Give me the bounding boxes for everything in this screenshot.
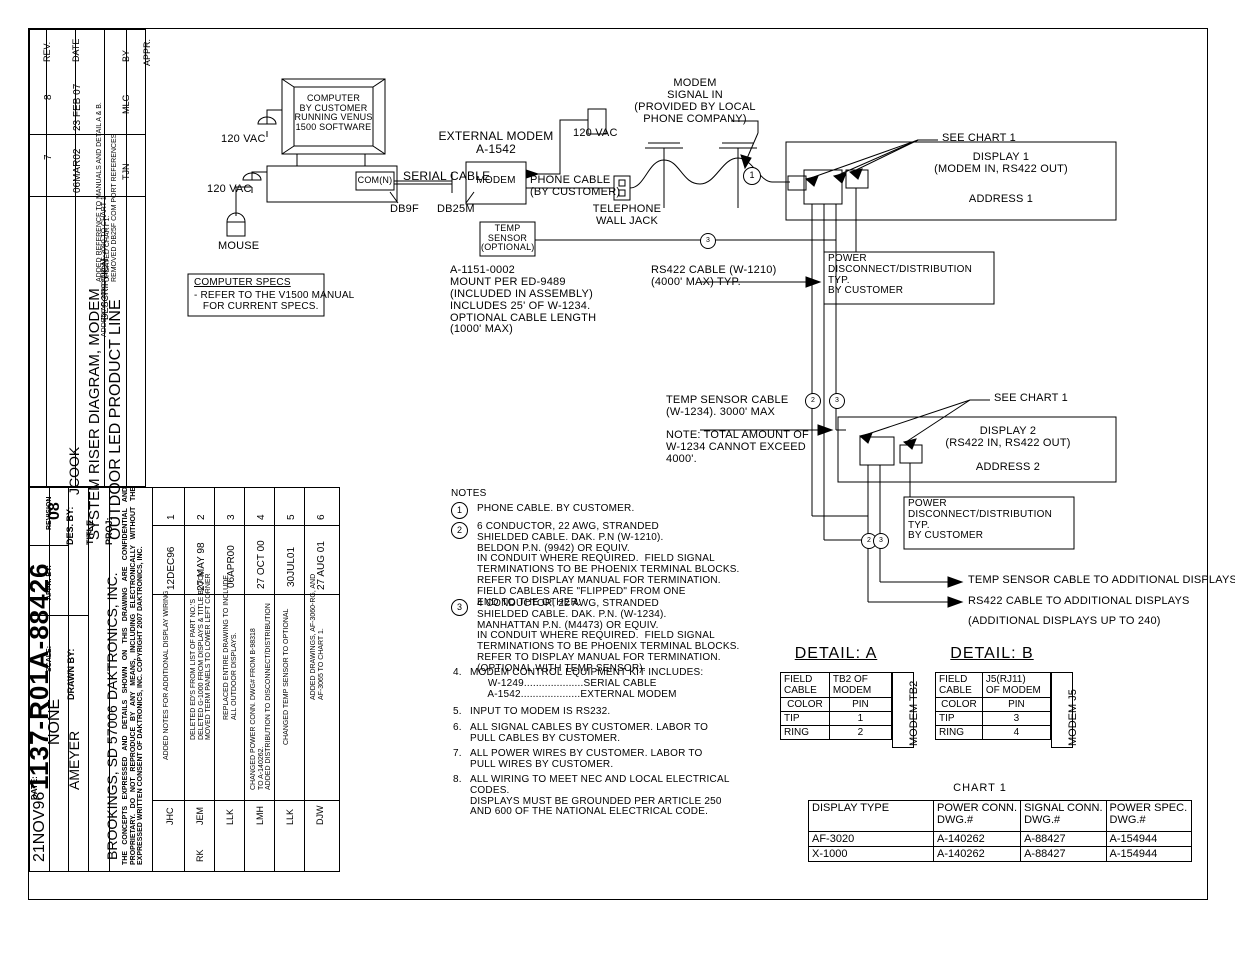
rs422-cable-label: RS422 CABLE (W-1210) (4000' MAX) TYP. bbox=[651, 264, 777, 288]
detail-b-header-0: FIELD CABLE bbox=[935, 672, 983, 698]
note-marker-3a: 3 bbox=[700, 233, 716, 249]
display1-address: ADDRESS 1 bbox=[968, 193, 1034, 205]
detail-a-header-0: FIELD CABLE bbox=[780, 672, 830, 698]
table-row: A-140262 bbox=[932, 846, 1022, 862]
chart1-header-0: DISPLAY TYPE bbox=[808, 800, 934, 832]
chart1-table: DISPLAY TYPE POWER CONN. DWG.# SIGNAL CO… bbox=[808, 800, 1192, 862]
notes-num-4: 4. bbox=[453, 667, 462, 678]
table-row: RING bbox=[935, 725, 983, 740]
table-row: 1 bbox=[828, 711, 893, 726]
table-row: 3 bbox=[981, 711, 1052, 726]
notes-item-4: MODEM CONTROL EQUIPMENT KIT INCLUDES: W-… bbox=[470, 667, 704, 700]
detail-b-header-1: J5(RJ11) OF MODEM bbox=[981, 672, 1052, 698]
vac-modem-label: 120 VAC bbox=[573, 127, 618, 139]
display2-address: ADDRESS 2 bbox=[975, 461, 1041, 473]
detail-a-table: FIELD CABLE TB2 OF MODEM COLOR PIN TIP 1… bbox=[780, 672, 893, 740]
power-box-2-label: POWER DISCONNECT/DISTRIBUTION TYP. BY CU… bbox=[908, 498, 1053, 542]
table-row: 4 bbox=[981, 725, 1052, 740]
table-row: X-1000 bbox=[808, 846, 934, 862]
notes-item-1: PHONE CABLE. BY CUSTOMER. bbox=[477, 503, 635, 514]
notes-item-3: 4 CONDUCTOR, 22 AWG, STRANDED SHIELDED C… bbox=[477, 598, 740, 674]
db9f-label: DB9F bbox=[390, 203, 419, 215]
table-row: A-140262 bbox=[932, 831, 1022, 847]
table-row: RING bbox=[780, 725, 830, 740]
notes-item-2: 6 CONDUCTOR, 22 AWG, STRANDED SHIELDED C… bbox=[477, 521, 740, 608]
notes-item-8: ALL WIRING TO MEET NEC AND LOCAL ELECTRI… bbox=[470, 774, 730, 818]
display2-title: DISPLAY 2 (RS422 IN, RS422 OUT) bbox=[945, 425, 1071, 449]
table-row: A-154944 bbox=[1105, 831, 1192, 847]
additional-displays-label: (ADDITIONAL DISPLAYS UP TO 240) bbox=[968, 615, 1161, 627]
detail-a-subheader-0: COLOR bbox=[780, 697, 830, 712]
detail-a-header-1: TB2 OF MODEM bbox=[828, 672, 893, 698]
detail-b-title: DETAIL: B bbox=[950, 645, 1034, 662]
table-row: A-88427 bbox=[1020, 846, 1107, 862]
computer-specs-body: - REFER TO THE V1500 MANUAL FOR CURRENT … bbox=[194, 290, 355, 312]
detail-a-subheader-1: PIN bbox=[828, 697, 893, 712]
see-chart-1-display1: SEE CHART 1 bbox=[942, 132, 1016, 144]
detail-b-table: FIELD CABLE J5(RJ11) OF MODEM COLOR PIN … bbox=[935, 672, 1052, 740]
computer-label: COMPUTER BY CUSTOMER RUNNING VENUS 1500 … bbox=[294, 93, 373, 133]
com-port-label: COM(N) bbox=[357, 175, 393, 185]
drawing-sheet: REV. DATE DESCRIPTION BY APPR. 8 23 FEB … bbox=[0, 0, 1235, 954]
vac-monitor-label: 120 VAC bbox=[221, 133, 266, 145]
table-row: A-88427 bbox=[1020, 831, 1107, 847]
table-row: TIP bbox=[780, 711, 830, 726]
telephone-wall-jack-label: TELEPHONE WALL JACK bbox=[592, 203, 662, 227]
computer-specs-title: COMPUTER SPECS bbox=[194, 277, 291, 288]
notes-item-5: INPUT TO MODEM IS RS232. bbox=[470, 706, 611, 717]
temp-sensor-note: NOTE: TOTAL AMOUNT OF W-1234 CANNOT EXCE… bbox=[666, 429, 809, 465]
see-chart-1-display2: SEE CHART 1 bbox=[994, 392, 1068, 404]
notes-item-6: ALL SIGNAL CABLES BY CUSTOMER. LABOR TO … bbox=[470, 722, 709, 744]
temp-sensor-cable-label: TEMP SENSOR CABLE (W-1234). 3000' MAX bbox=[666, 394, 789, 418]
notes-circle-2: 2 bbox=[451, 522, 468, 539]
detail-b-subheader-0: COLOR bbox=[935, 697, 983, 712]
temp-sensor-label: TEMP SENSOR (OPTIONAL) bbox=[481, 223, 535, 253]
chart1-title: CHART 1 bbox=[953, 782, 1007, 794]
notes-item-7: ALL POWER WIRES BY CUSTOMER. LABOR TO PU… bbox=[470, 748, 703, 770]
table-row: AF-3020 bbox=[808, 831, 934, 847]
notes-circle-1: 1 bbox=[451, 502, 468, 519]
chart1-header-2: SIGNAL CONN. DWG.# bbox=[1020, 800, 1107, 832]
rs422-to-additional-label: RS422 CABLE TO ADDITIONAL DISPLAYS bbox=[968, 595, 1190, 607]
db25m-label: DB25M bbox=[437, 203, 475, 215]
chart1-header-1: POWER CONN. DWG.# bbox=[932, 800, 1022, 832]
notes-num-6: 6. bbox=[453, 722, 462, 733]
detail-b-subheader-1: PIN bbox=[981, 697, 1052, 712]
detail-a-title: DETAIL: A bbox=[794, 645, 878, 662]
modem-signal-in-label: MODEM SIGNAL IN (PROVIDED BY LOCAL PHONE… bbox=[634, 77, 756, 125]
modem-box-label: MODEM bbox=[476, 175, 516, 186]
external-modem-label: EXTERNAL MODEM A-1542 bbox=[438, 129, 554, 156]
table-row: TIP bbox=[935, 711, 983, 726]
note-marker-3c: 3 bbox=[873, 533, 889, 549]
temp-sensor-spec: A-1151-0002 MOUNT PER ED-9489 (INCLUDED … bbox=[450, 264, 597, 336]
note-marker-2a: 2 bbox=[805, 393, 821, 409]
notes-heading: NOTES bbox=[451, 488, 487, 499]
mouse-label: MOUSE bbox=[218, 240, 260, 252]
notes-circle-3: 3 bbox=[451, 599, 468, 616]
vac-tower-label: 120 VAC bbox=[207, 183, 252, 195]
note-marker-1: 1 bbox=[743, 167, 761, 185]
table-row: A-154944 bbox=[1105, 846, 1192, 862]
detail-a-side-label: MODEM TB2 bbox=[908, 680, 920, 746]
phone-cable-label: PHONE CABLE (BY CUSTOMER) bbox=[530, 174, 621, 198]
notes-num-5: 5. bbox=[453, 706, 462, 717]
temp-to-additional-label: TEMP SENSOR CABLE TO ADDITIONAL DISPLAYS bbox=[968, 574, 1235, 586]
note-marker-3b: 3 bbox=[829, 393, 845, 409]
display1-title: DISPLAY 1 (MODEM IN, RS422 OUT) bbox=[934, 151, 1068, 175]
table-row: 2 bbox=[828, 725, 893, 740]
chart1-header-3: POWER SPEC. DWG.# bbox=[1105, 800, 1192, 832]
power-box-1-label: POWER DISCONNECT/DISTRIBUTION TYP. BY CU… bbox=[828, 253, 973, 297]
notes-num-7: 7. bbox=[453, 748, 462, 759]
notes-num-8: 8. bbox=[453, 774, 462, 785]
detail-b-side-label: MODEM J5 bbox=[1067, 689, 1079, 746]
